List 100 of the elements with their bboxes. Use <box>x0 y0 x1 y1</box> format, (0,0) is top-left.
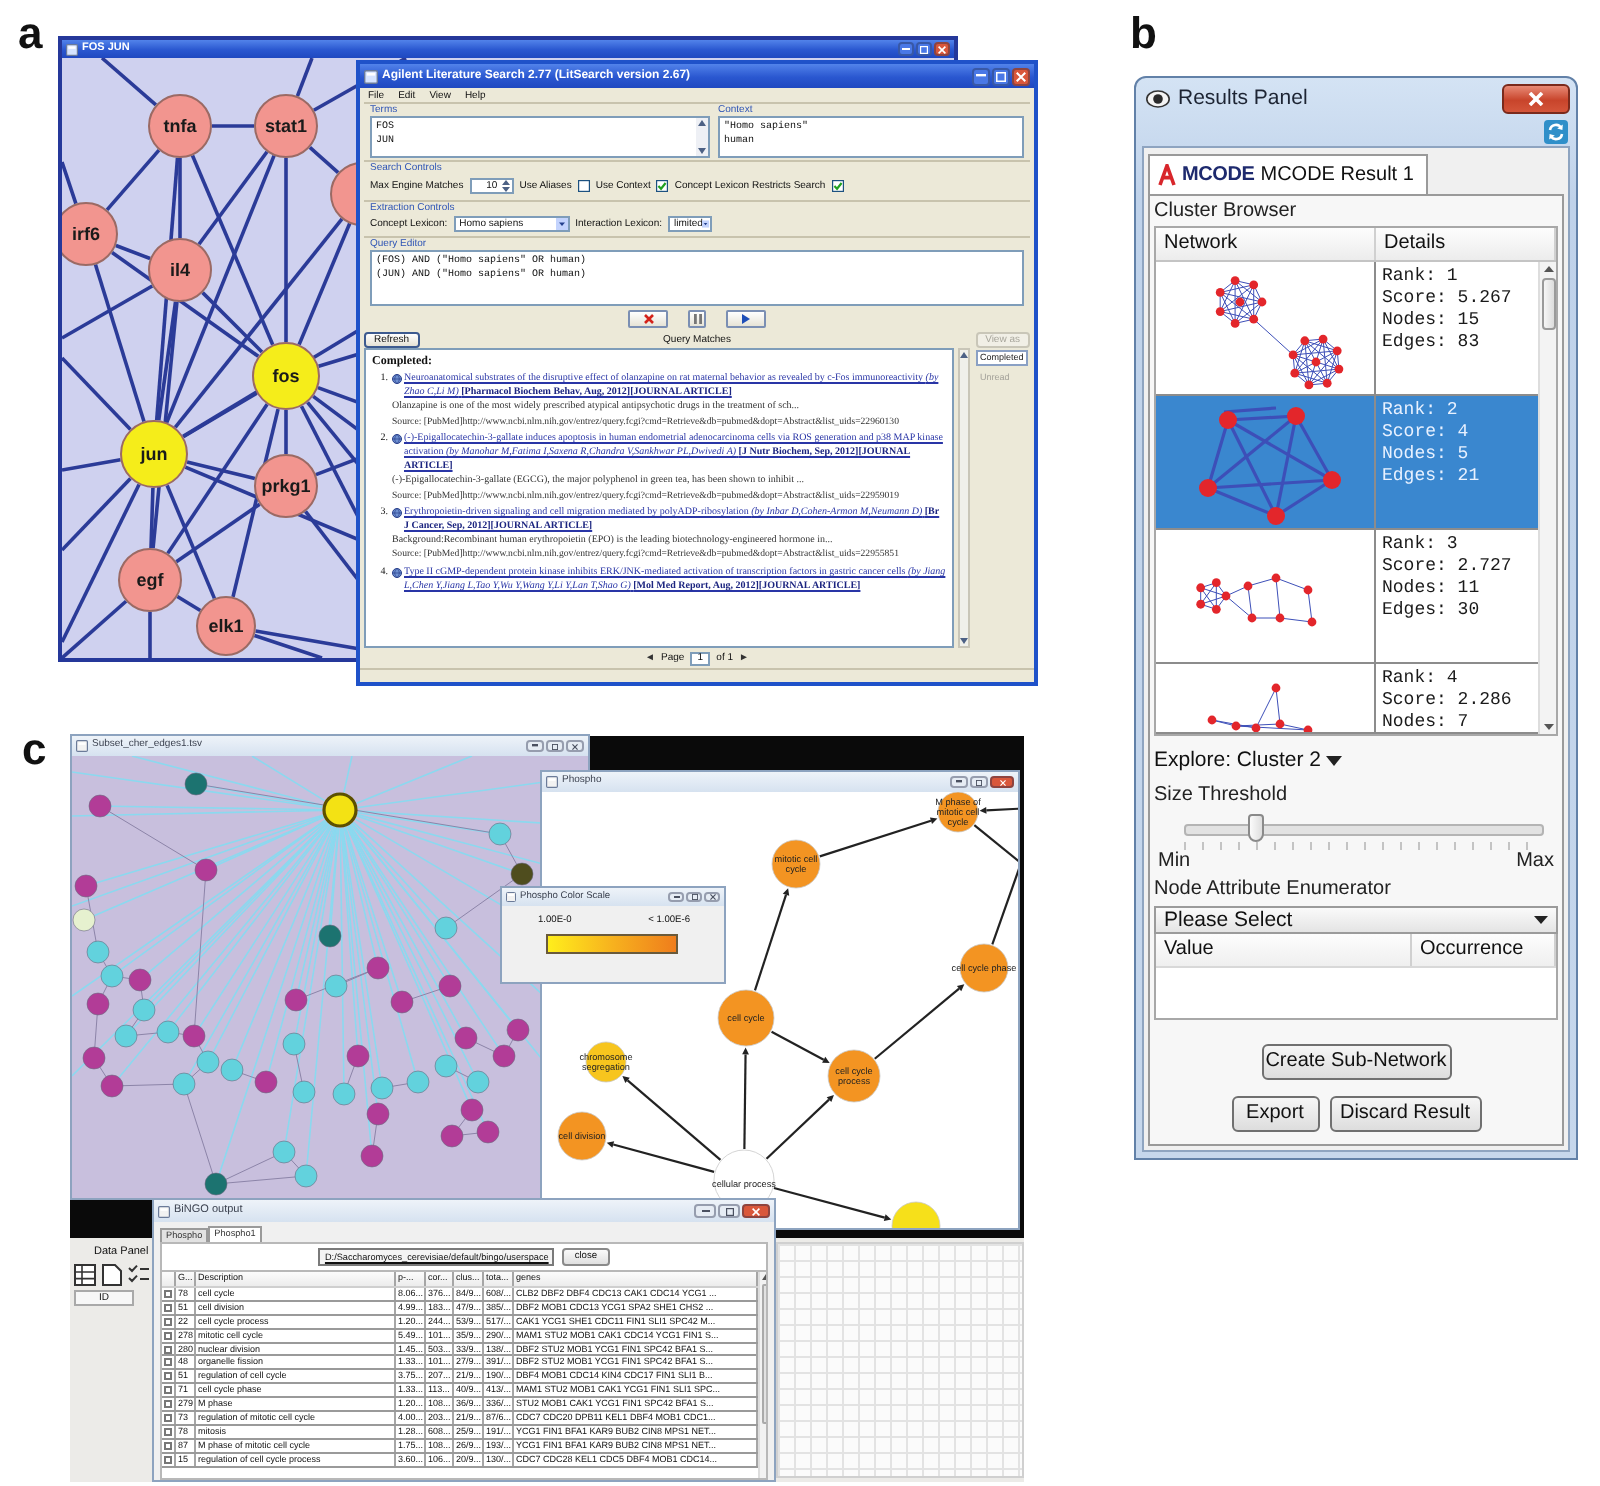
network-node <box>100 1074 124 1098</box>
close-icon <box>938 45 946 53</box>
maximize-button[interactable] <box>686 892 702 902</box>
minimize-button[interactable] <box>950 776 968 788</box>
section-label: Cluster Browser <box>1154 200 1297 222</box>
checkbox[interactable] <box>656 180 669 192</box>
pause-button[interactable] <box>688 310 706 328</box>
scrollbar[interactable] <box>696 118 708 156</box>
network-node <box>454 1026 478 1050</box>
cluster-stat: Rank: 2 <box>1382 400 1458 422</box>
row-checkbox[interactable] <box>164 1303 172 1312</box>
row-checkbox[interactable] <box>164 1414 172 1423</box>
refresh-icon[interactable] <box>1544 120 1568 144</box>
checkbox[interactable] <box>577 180 590 192</box>
field-label: Size Threshold <box>1154 784 1288 806</box>
minimize-icon <box>673 895 679 899</box>
row-checkbox[interactable] <box>164 1290 172 1298</box>
maximize-icon <box>976 779 982 785</box>
cluster-row[interactable]: Rank: 1 Score: 5.267 Nodes: 15 Edges: 83 <box>1156 262 1538 396</box>
row-checkbox[interactable] <box>164 1331 172 1340</box>
close-icon <box>752 1207 760 1215</box>
row-checkbox[interactable] <box>164 1345 172 1354</box>
dropdown-arrow-icon <box>555 218 568 230</box>
create-subnetwork-button[interactable]: Create Sub-Network <box>1261 1044 1451 1080</box>
close-icon <box>709 894 715 900</box>
close-button[interactable] <box>1502 83 1570 113</box>
attribute-select[interactable]: Please Select <box>1154 906 1558 934</box>
eye-icon <box>1146 89 1170 107</box>
network-node <box>460 1098 484 1122</box>
slider-thumb[interactable] <box>1248 814 1264 842</box>
row-checkbox[interactable] <box>164 1317 172 1326</box>
explore-menu[interactable]: Explore: Cluster 2 <box>1154 748 1343 774</box>
table-icon[interactable] <box>74 1264 96 1286</box>
maximize-button[interactable] <box>916 42 932 56</box>
column-header: Details <box>1376 228 1556 260</box>
cluster-stat: Edges: 21 <box>1382 466 1480 488</box>
row-checkbox[interactable] <box>164 1427 172 1436</box>
network-node <box>100 964 124 988</box>
maximize-icon <box>996 71 1006 81</box>
maximize-button[interactable] <box>718 1204 740 1218</box>
caret-icon <box>1534 916 1548 924</box>
edge-arrow <box>819 817 938 858</box>
maximize-button[interactable] <box>970 776 988 788</box>
network-node <box>366 956 390 980</box>
maximize-button[interactable] <box>992 67 1010 85</box>
row-checkbox[interactable] <box>164 1372 172 1381</box>
cluster-stat: Edges: 83 <box>1382 332 1480 354</box>
maximize-icon <box>691 894 697 900</box>
column-header: Network <box>1156 228 1376 260</box>
row-checkbox[interactable] <box>164 1400 172 1409</box>
close-icon <box>572 743 578 749</box>
panel-label: a <box>18 12 43 56</box>
edge-arrow <box>874 984 965 1060</box>
network-node <box>322 792 358 828</box>
cluster-row[interactable]: Rank: 4 Score: 2.286 Nodes: 7 <box>1156 664 1538 734</box>
document-icon[interactable] <box>102 1264 122 1286</box>
play-button[interactable] <box>726 310 766 328</box>
close-icon <box>999 779 1005 785</box>
export-button[interactable]: Export <box>1231 1096 1319 1132</box>
cluster-row[interactable]: Rank: 3 Score: 2.727 Nodes: 11 Edges: 30 <box>1156 530 1538 664</box>
panel-label: b <box>1130 12 1157 56</box>
maximize-icon <box>552 743 558 749</box>
row-checkbox[interactable] <box>164 1386 172 1395</box>
pause-icon <box>693 314 701 324</box>
row-checkbox[interactable] <box>164 1358 172 1367</box>
network-node <box>82 1046 106 1070</box>
checkbox[interactable] <box>831 180 844 192</box>
edge-arrow <box>765 1094 834 1160</box>
maximize-button[interactable] <box>546 740 564 752</box>
network-node <box>332 1082 356 1106</box>
scrollbar-thumb[interactable] <box>1541 278 1555 330</box>
network-node <box>204 1172 228 1196</box>
network-node <box>86 940 110 964</box>
results-tab[interactable]: MCODE MCODE Result 1 <box>1148 154 1428 194</box>
cluster-stat: Nodes: 11 <box>1382 578 1480 600</box>
x-icon <box>643 314 653 324</box>
logo-icon <box>1158 164 1176 186</box>
window-icon <box>506 892 516 902</box>
network-node <box>114 1024 138 1048</box>
scrollbar[interactable] <box>958 348 970 648</box>
edge-arrow <box>979 806 1018 814</box>
minimize-button[interactable] <box>972 67 990 85</box>
cluster-stat: Score: 4 <box>1382 422 1469 444</box>
network-node <box>196 1050 220 1074</box>
window-icon <box>364 69 378 83</box>
scrollbar[interactable] <box>1538 262 1556 734</box>
minimize-button[interactable] <box>694 1204 716 1218</box>
discard-button[interactable]: Discard Result <box>1329 1096 1481 1132</box>
checklist-icon[interactable] <box>128 1264 150 1286</box>
network-node <box>510 862 534 886</box>
gene-node: prkg1 <box>254 454 318 518</box>
slider-track[interactable] <box>1184 814 1544 842</box>
row-checkbox[interactable] <box>164 1455 172 1464</box>
minimize-button[interactable] <box>668 892 684 902</box>
cluster-stat: Edges: 30 <box>1382 600 1480 622</box>
row-checkbox[interactable] <box>164 1441 172 1450</box>
cancel-button[interactable] <box>628 310 668 328</box>
gene-node: fos <box>252 342 320 410</box>
minimize-button[interactable] <box>898 42 914 56</box>
minimize-button[interactable] <box>526 740 544 752</box>
